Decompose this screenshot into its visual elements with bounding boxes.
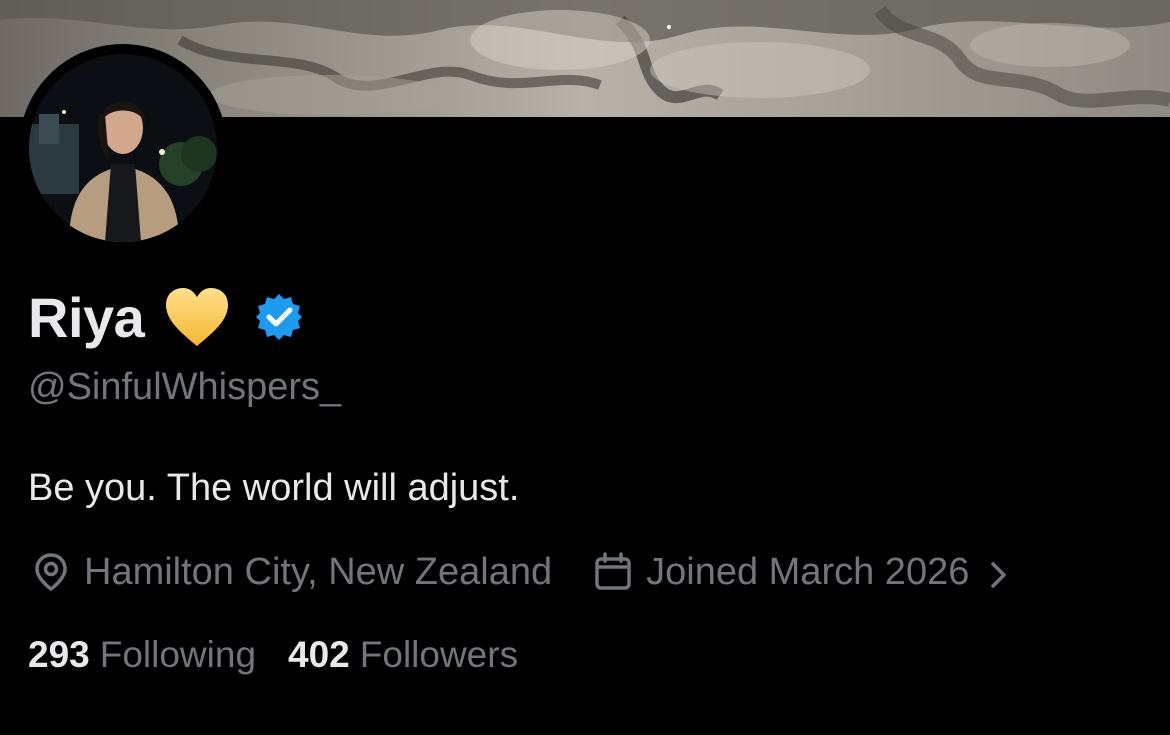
profile-handle: @SinfulWhispers_: [28, 366, 342, 408]
followers-count: 402: [288, 634, 350, 675]
profile-meta: Hamilton City, New Zealand Joined March …: [30, 549, 1011, 595]
followers-link[interactable]: 402 Followers: [288, 634, 518, 676]
following-label: Following: [99, 634, 257, 675]
calendar-icon: [592, 551, 634, 593]
location-item: Hamilton City, New Zealand: [30, 551, 552, 594]
display-name: Riya: [28, 285, 145, 349]
chevron-right-icon: [985, 557, 1011, 588]
following-link[interactable]: 293 Following: [28, 634, 256, 676]
joined-date-item[interactable]: Joined March 2026: [592, 551, 1011, 594]
joined-text: Joined March 2026: [646, 550, 970, 593]
followers-label: Followers: [359, 634, 519, 675]
following-count: 293: [28, 634, 90, 675]
location-text: Hamilton City, New Zealand: [84, 550, 553, 593]
profile-name-row: Riya: [28, 279, 304, 355]
avatar[interactable]: [29, 54, 217, 242]
location-pin-icon: [30, 551, 72, 593]
avatar-border: [19, 44, 227, 252]
verified-badge-icon[interactable]: [254, 292, 304, 342]
profile-bio: Be you. The world will adjust.: [28, 467, 520, 509]
yellow-heart-icon: [164, 286, 230, 348]
profile-stats: 293 Following 402 Followers: [28, 634, 518, 676]
